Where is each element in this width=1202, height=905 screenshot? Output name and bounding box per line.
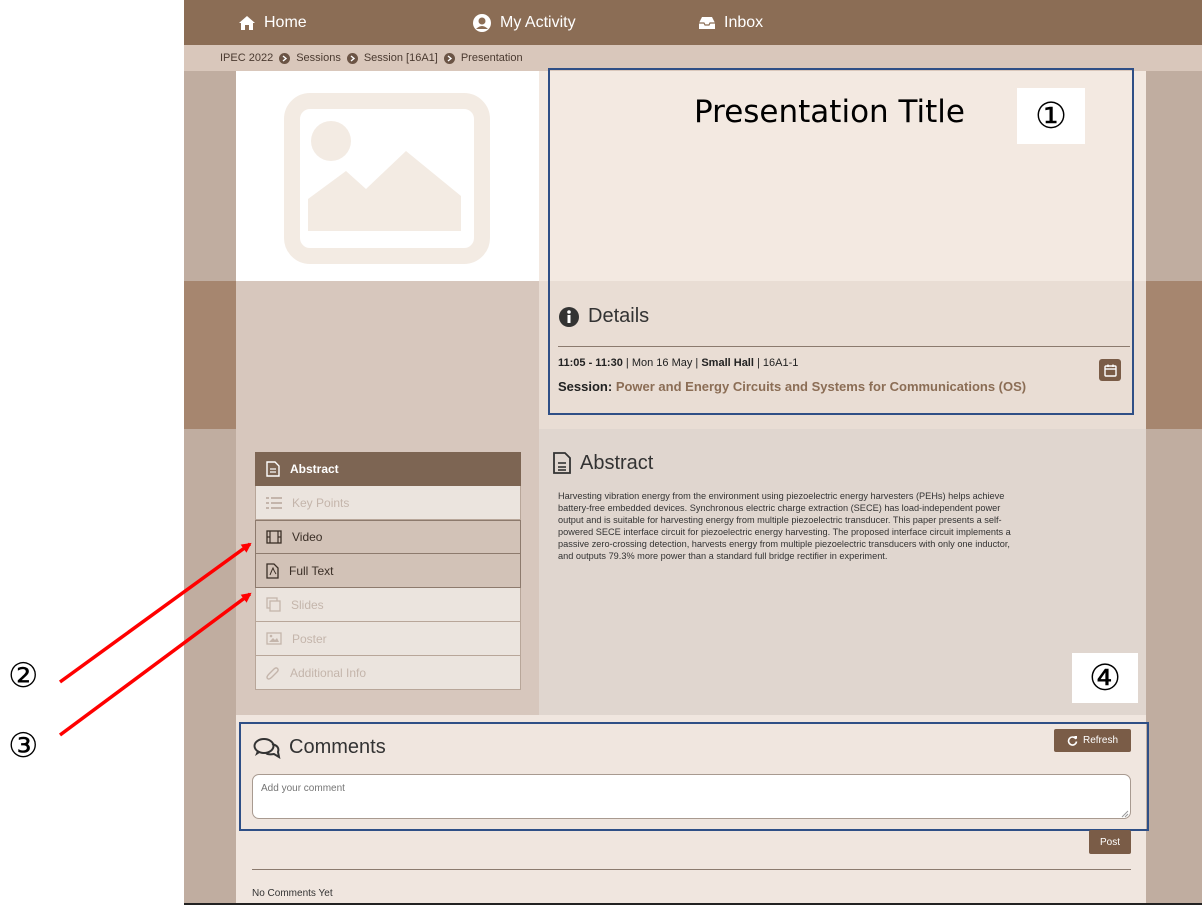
callout-3: ③ (8, 726, 39, 766)
annotation-arrows (58, 542, 252, 737)
callout-2: ② (8, 656, 39, 696)
